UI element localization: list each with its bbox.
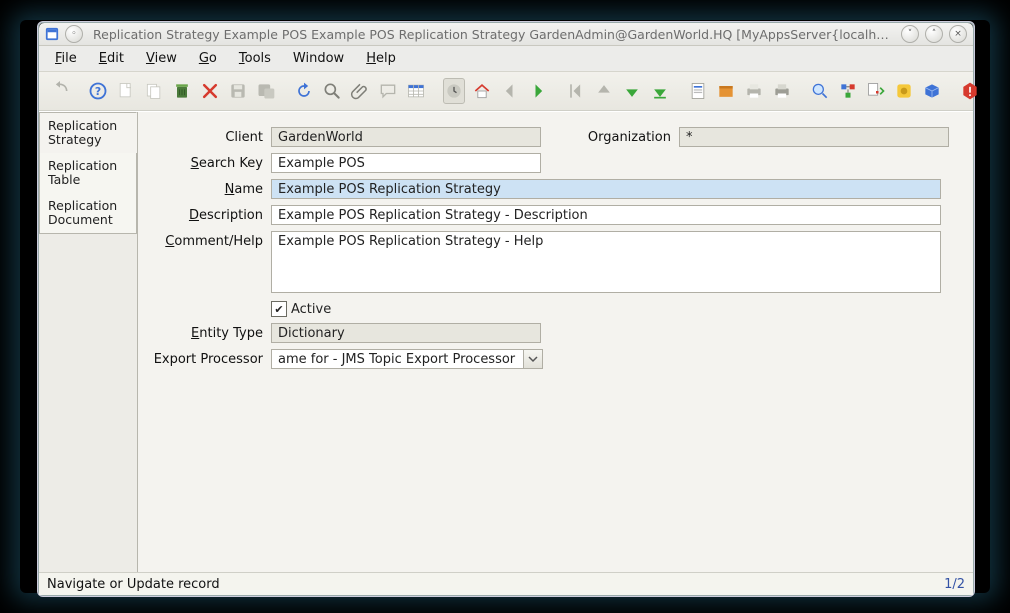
app-icon (45, 27, 59, 41)
statusbar: Navigate or Update record 1/2 (39, 572, 973, 595)
menu-edit[interactable]: Edit (89, 49, 134, 68)
save-icon[interactable] (227, 78, 249, 104)
checkbox-active[interactable]: ✔ (271, 301, 287, 317)
field-entity-type: Dictionary (271, 323, 541, 343)
customize-icon[interactable] (893, 78, 915, 104)
checkbox-active-wrap[interactable]: ✔ Active (271, 299, 949, 317)
tab-strip: Replication Strategy Replication Table R… (39, 112, 138, 572)
product-icon[interactable] (921, 78, 943, 104)
tab-replication-table[interactable]: Replication Table (39, 153, 137, 193)
label-name: Name (144, 178, 264, 200)
undo-icon[interactable] (49, 78, 71, 104)
history-icon[interactable] (443, 78, 465, 104)
attachment-icon[interactable] (349, 78, 371, 104)
field-client: GardenWorld (271, 127, 541, 147)
workflow-icon[interactable] (837, 78, 859, 104)
down-icon[interactable] (621, 78, 643, 104)
svg-text:?: ? (95, 85, 101, 98)
field-description[interactable]: Example POS Replication Strategy - Descr… (271, 205, 941, 225)
maximize-button[interactable]: ˄ (925, 25, 943, 43)
zoom-across-icon[interactable] (809, 78, 831, 104)
print-preview-icon[interactable] (743, 78, 765, 104)
chat-icon[interactable] (377, 78, 399, 104)
grid-toggle-icon[interactable] (405, 78, 427, 104)
tab-replication-document[interactable]: Replication Document (39, 193, 137, 234)
exit-icon[interactable] (959, 78, 981, 104)
label-description: Description (144, 204, 264, 226)
application-window: ◦ Replication Strategy Example POS Examp… (38, 22, 974, 596)
delete-icon[interactable] (171, 78, 193, 104)
print-icon[interactable] (771, 78, 793, 104)
toolbar: ? (39, 72, 973, 111)
copy-icon[interactable] (143, 78, 165, 104)
forward-icon[interactable] (527, 78, 549, 104)
label-organization: Organization (550, 126, 672, 148)
back-icon[interactable] (499, 78, 521, 104)
menu-help[interactable]: Help (356, 49, 406, 68)
label-entity-type: Entity Type (144, 322, 264, 344)
menubar: File Edit View Go Tools Window Help (39, 46, 973, 72)
tab-replication-strategy[interactable]: Replication Strategy (39, 112, 137, 153)
label-active: Active (291, 302, 331, 317)
form-panel: Client GardenWorld Organization * Search… (138, 112, 973, 572)
help-icon[interactable]: ? (87, 78, 109, 104)
menu-go[interactable]: Go (189, 49, 227, 68)
up-icon[interactable] (593, 78, 615, 104)
field-export-processor[interactable]: ame for - JMS Topic Export Processor (271, 349, 523, 369)
titlebar: ◦ Replication Strategy Example POS Examp… (39, 23, 973, 46)
field-comment[interactable]: Example POS Replication Strategy - Help (271, 231, 941, 293)
menu-view[interactable]: View (136, 49, 187, 68)
minimize-button[interactable]: ˅ (901, 25, 919, 43)
label-client: Client (144, 126, 264, 148)
combo-export-processor[interactable]: ame for - JMS Topic Export Processor (271, 349, 543, 369)
record-counter: 1/2 (944, 577, 965, 592)
window-menu-button[interactable]: ◦ (65, 25, 83, 43)
label-export-processor: Export Processor (144, 348, 264, 370)
report-icon[interactable] (687, 78, 709, 104)
request-icon[interactable] (865, 78, 887, 104)
close-button[interactable]: × (949, 25, 967, 43)
first-icon[interactable] (565, 78, 587, 104)
window-title: Replication Strategy Example POS Example… (89, 27, 895, 42)
home-icon[interactable] (471, 78, 493, 104)
label-comment: Comment/Help (144, 230, 264, 294)
refresh-icon[interactable] (293, 78, 315, 104)
delete-selection-icon[interactable] (199, 78, 221, 104)
save-new-icon[interactable] (255, 78, 277, 104)
chevron-down-icon[interactable] (523, 349, 543, 369)
new-icon[interactable] (115, 78, 137, 104)
menu-window[interactable]: Window (283, 49, 354, 68)
field-organization: * (679, 127, 949, 147)
field-search-key[interactable]: Example POS (271, 153, 541, 173)
status-message: Navigate or Update record (47, 577, 220, 592)
archive-icon[interactable] (715, 78, 737, 104)
field-name[interactable]: Example POS Replication Strategy (271, 179, 941, 199)
label-search-key: Search Key (144, 152, 264, 174)
find-icon[interactable] (321, 78, 343, 104)
last-icon[interactable] (649, 78, 671, 104)
menu-file[interactable]: File (45, 49, 87, 68)
menu-tools[interactable]: Tools (229, 49, 281, 68)
content-area: Replication Strategy Replication Table R… (39, 111, 973, 572)
